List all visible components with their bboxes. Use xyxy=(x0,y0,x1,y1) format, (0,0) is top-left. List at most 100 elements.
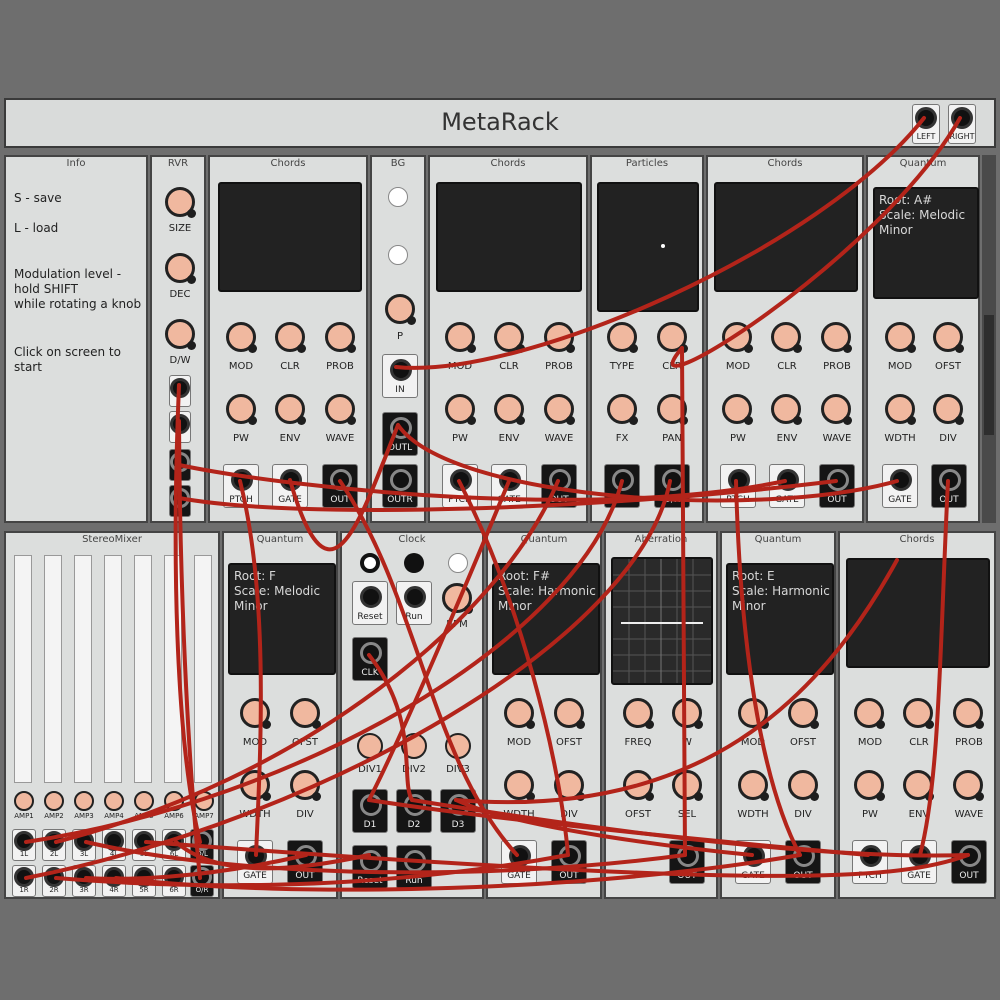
jack-socket[interactable] xyxy=(404,586,426,608)
out-jack[interactable]: OUT xyxy=(322,464,358,508)
pw-knob[interactable] xyxy=(226,394,257,425)
mixer-2r-jack[interactable]: 2R xyxy=(42,865,66,897)
quantum-screen[interactable]: Root: E Scale: Harmonic Minor xyxy=(726,563,834,675)
color-knob[interactable] xyxy=(657,322,688,353)
width-knob[interactable] xyxy=(738,770,769,801)
p-knob[interactable] xyxy=(385,294,416,325)
mod-knob[interactable] xyxy=(445,322,476,353)
particles-screen[interactable] xyxy=(597,182,699,312)
jack-socket[interactable] xyxy=(390,417,412,439)
mixer-2l-jack[interactable]: 2L xyxy=(42,829,66,861)
w-knob[interactable] xyxy=(672,698,703,729)
amp6-knob[interactable] xyxy=(164,791,184,811)
offset-knob[interactable] xyxy=(290,698,321,729)
jack-socket[interactable] xyxy=(44,867,64,887)
jack-socket[interactable] xyxy=(612,469,634,491)
freq-knob[interactable] xyxy=(623,698,654,729)
type-knob[interactable] xyxy=(607,322,638,353)
mixer-out-right-jack[interactable]: O/R xyxy=(190,865,214,897)
prob-knob[interactable] xyxy=(325,322,356,353)
jack-socket[interactable] xyxy=(404,794,426,816)
gate-jack[interactable]: GATE xyxy=(901,840,937,884)
jack-socket[interactable] xyxy=(170,488,190,508)
jack-socket[interactable] xyxy=(330,469,352,491)
gate-jack[interactable]: GATE xyxy=(237,840,273,884)
sel-knob[interactable] xyxy=(672,770,703,801)
size-knob[interactable] xyxy=(165,187,196,218)
div3-knob[interactable] xyxy=(445,733,471,759)
out-jack[interactable]: OUT xyxy=(785,840,821,884)
left-output-jack[interactable]: LEFT xyxy=(912,104,940,144)
jack-socket[interactable] xyxy=(915,107,937,129)
width-knob[interactable] xyxy=(504,770,535,801)
div2-out-jack[interactable]: D2 xyxy=(396,789,432,833)
mixer-3r-jack[interactable]: 3R xyxy=(72,865,96,897)
rvr-in-left-jack[interactable] xyxy=(169,375,191,407)
jack-socket[interactable] xyxy=(44,831,64,851)
env-knob[interactable] xyxy=(494,394,525,425)
jack-socket[interactable] xyxy=(360,850,382,872)
mixer-4r-jack[interactable]: 4R xyxy=(102,865,126,897)
fader-3[interactable] xyxy=(74,555,92,783)
fader-5[interactable] xyxy=(134,555,152,783)
clk-jack[interactable]: CLK xyxy=(352,637,388,681)
jack-socket[interactable] xyxy=(74,867,94,887)
jack-socket[interactable] xyxy=(728,469,750,491)
div-knob[interactable] xyxy=(788,770,819,801)
jack-socket[interactable] xyxy=(164,831,184,851)
jack-socket[interactable] xyxy=(360,794,382,816)
out-jack[interactable]: OUT xyxy=(551,840,587,884)
out-right-jack[interactable]: O/R xyxy=(654,464,690,508)
out-jack[interactable]: OUT xyxy=(287,840,323,884)
div-knob[interactable] xyxy=(933,394,964,425)
pitch-jack[interactable]: PTCH xyxy=(442,464,478,508)
offset-knob[interactable] xyxy=(623,770,654,801)
pitch-jack[interactable]: PTCH xyxy=(720,464,756,508)
jack-socket[interactable] xyxy=(509,845,531,867)
mixer-3l-jack[interactable]: 3L xyxy=(72,829,96,861)
div-knob[interactable] xyxy=(554,770,585,801)
color-knob[interactable] xyxy=(275,322,306,353)
mod-knob[interactable] xyxy=(226,322,257,353)
wave-knob[interactable] xyxy=(821,394,852,425)
mixer-5r-jack[interactable]: 5R xyxy=(132,865,156,897)
aberration-scope[interactable] xyxy=(611,557,713,685)
bg-in-jack[interactable]: IN xyxy=(382,354,418,398)
gate-jack[interactable]: GATE xyxy=(882,464,918,508)
width-knob[interactable] xyxy=(240,770,271,801)
chords-screen[interactable] xyxy=(846,558,990,668)
wave-knob[interactable] xyxy=(325,394,356,425)
run-out-jack[interactable]: Run xyxy=(396,845,432,889)
jack-socket[interactable] xyxy=(390,469,412,491)
bg-outl-jack[interactable]: OUTL xyxy=(382,412,418,456)
jack-socket[interactable] xyxy=(280,469,302,491)
jack-socket[interactable] xyxy=(743,845,765,867)
jack-socket[interactable] xyxy=(677,845,699,867)
jack-socket[interactable] xyxy=(959,845,981,867)
jack-socket[interactable] xyxy=(951,107,973,129)
jack-socket[interactable] xyxy=(450,469,472,491)
jack-socket[interactable] xyxy=(448,794,470,816)
fader-2[interactable] xyxy=(44,555,62,783)
jack-socket[interactable] xyxy=(360,586,382,608)
color-knob[interactable] xyxy=(494,322,525,353)
quantum-screen[interactable]: Root: F Scale: Melodic Minor xyxy=(228,563,336,675)
reset-out-jack[interactable]: Reset xyxy=(352,845,388,889)
fader-1[interactable] xyxy=(14,555,32,783)
out-jack[interactable]: OUT xyxy=(951,840,987,884)
jack-socket[interactable] xyxy=(939,469,961,491)
offset-knob[interactable] xyxy=(933,322,964,353)
wave-knob[interactable] xyxy=(953,770,984,801)
mod-knob[interactable] xyxy=(722,322,753,353)
quantum-screen[interactable]: Root: A# Scale: Melodic Minor xyxy=(873,187,979,299)
jack-socket[interactable] xyxy=(360,642,382,664)
jack-socket[interactable] xyxy=(860,845,882,867)
jack-socket[interactable] xyxy=(793,845,815,867)
jack-socket[interactable] xyxy=(74,831,94,851)
mixer-5l-jack[interactable]: 5L xyxy=(132,829,156,861)
gate-jack[interactable]: GATE xyxy=(769,464,805,508)
mod-knob[interactable] xyxy=(854,698,885,729)
mixer-6l-jack[interactable]: 6L xyxy=(162,829,186,861)
quantum-screen[interactable]: Root: F# Scale: Harmonic Minor xyxy=(492,563,600,675)
scrollbar-thumb[interactable] xyxy=(984,315,994,435)
